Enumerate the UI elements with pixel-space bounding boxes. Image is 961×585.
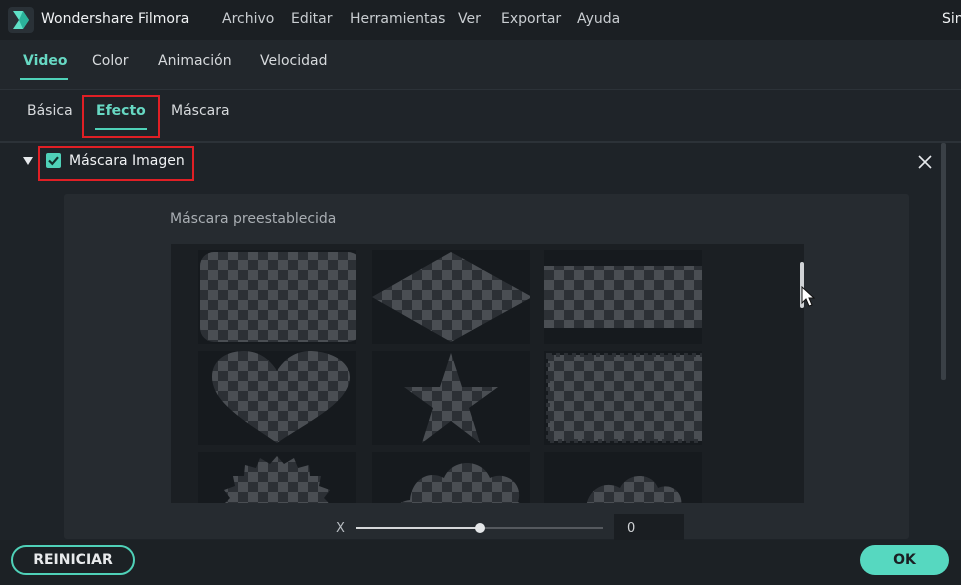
stamp-rectangle-mask-shape bbox=[546, 353, 706, 443]
tab-video[interactable]: Video bbox=[23, 53, 68, 69]
small-cloud-mask-shape bbox=[587, 476, 682, 503]
mask-preset-rectangle[interactable] bbox=[544, 250, 708, 344]
x-value-field[interactable] bbox=[614, 514, 684, 540]
heart-mask-shape bbox=[212, 351, 350, 443]
cloud-mask-shape bbox=[401, 463, 520, 503]
rounded-rectangle-mask-shape bbox=[200, 252, 362, 342]
x-slider-thumb[interactable] bbox=[474, 523, 485, 533]
bottom-bar: REINICIAR OK bbox=[0, 540, 961, 585]
mouse-cursor-icon bbox=[801, 286, 815, 307]
mask-preset-rounded-rectangle[interactable] bbox=[198, 250, 362, 344]
menu-ver[interactable]: Ver bbox=[458, 11, 481, 27]
tab-animacion[interactable]: Animación bbox=[158, 53, 232, 69]
ok-button[interactable]: OK bbox=[860, 545, 949, 575]
x-position-label: X bbox=[336, 521, 345, 536]
preset-mask-title: Máscara preestablecida bbox=[170, 211, 337, 227]
tab-velocidad[interactable]: Velocidad bbox=[260, 53, 328, 69]
panel-scrollbar[interactable] bbox=[941, 143, 946, 380]
preset-mask-grid bbox=[171, 244, 804, 503]
highlight-box-efecto bbox=[82, 95, 160, 138]
x-value-text: 0 bbox=[627, 521, 636, 536]
mask-preset-starburst[interactable] bbox=[198, 452, 356, 503]
subtab-mascara[interactable]: Máscara bbox=[171, 103, 230, 119]
tab-color[interactable]: Color bbox=[92, 53, 129, 69]
starburst-mask-shape bbox=[224, 456, 330, 503]
sub-tabs: Básica Efecto Máscara bbox=[0, 90, 961, 142]
menu-editar[interactable]: Editar bbox=[291, 11, 332, 27]
menu-exportar[interactable]: Exportar bbox=[501, 11, 561, 27]
title-bar: Wondershare Filmora Archivo Editar Herra… bbox=[0, 0, 961, 40]
rectangle-mask-shape bbox=[544, 266, 708, 328]
mask-preset-diamond[interactable] bbox=[372, 250, 532, 344]
menu-herramientas[interactable]: Herramientas bbox=[350, 11, 445, 27]
x-slider-fill bbox=[356, 527, 480, 529]
diamond-mask-shape bbox=[372, 252, 532, 342]
active-tab-underline bbox=[20, 78, 68, 80]
close-icon[interactable] bbox=[917, 154, 933, 170]
mask-preset-star[interactable] bbox=[372, 351, 530, 445]
project-name-label: Sin bbox=[942, 11, 961, 27]
reset-button[interactable]: REINICIAR bbox=[11, 545, 135, 575]
triangle-down-icon[interactable] bbox=[22, 156, 34, 166]
app-title: Wondershare Filmora bbox=[41, 11, 190, 27]
filmora-logo-icon bbox=[8, 7, 34, 33]
mask-preset-stamp-rectangle[interactable] bbox=[544, 351, 706, 445]
mask-preset-cloud[interactable] bbox=[372, 452, 530, 503]
main-tabs: Video Color Animación Velocidad bbox=[0, 40, 961, 90]
mask-image-section-header: Máscara Imagen bbox=[0, 143, 940, 183]
mask-preset-cloud-small[interactable] bbox=[544, 452, 702, 503]
menu-archivo[interactable]: Archivo bbox=[222, 11, 274, 27]
highlight-box-mask-image bbox=[38, 146, 194, 181]
subtab-basica[interactable]: Básica bbox=[27, 103, 73, 119]
menu-ayuda[interactable]: Ayuda bbox=[577, 11, 620, 27]
star-mask-shape bbox=[404, 353, 498, 443]
mask-preset-heart[interactable] bbox=[198, 351, 356, 445]
